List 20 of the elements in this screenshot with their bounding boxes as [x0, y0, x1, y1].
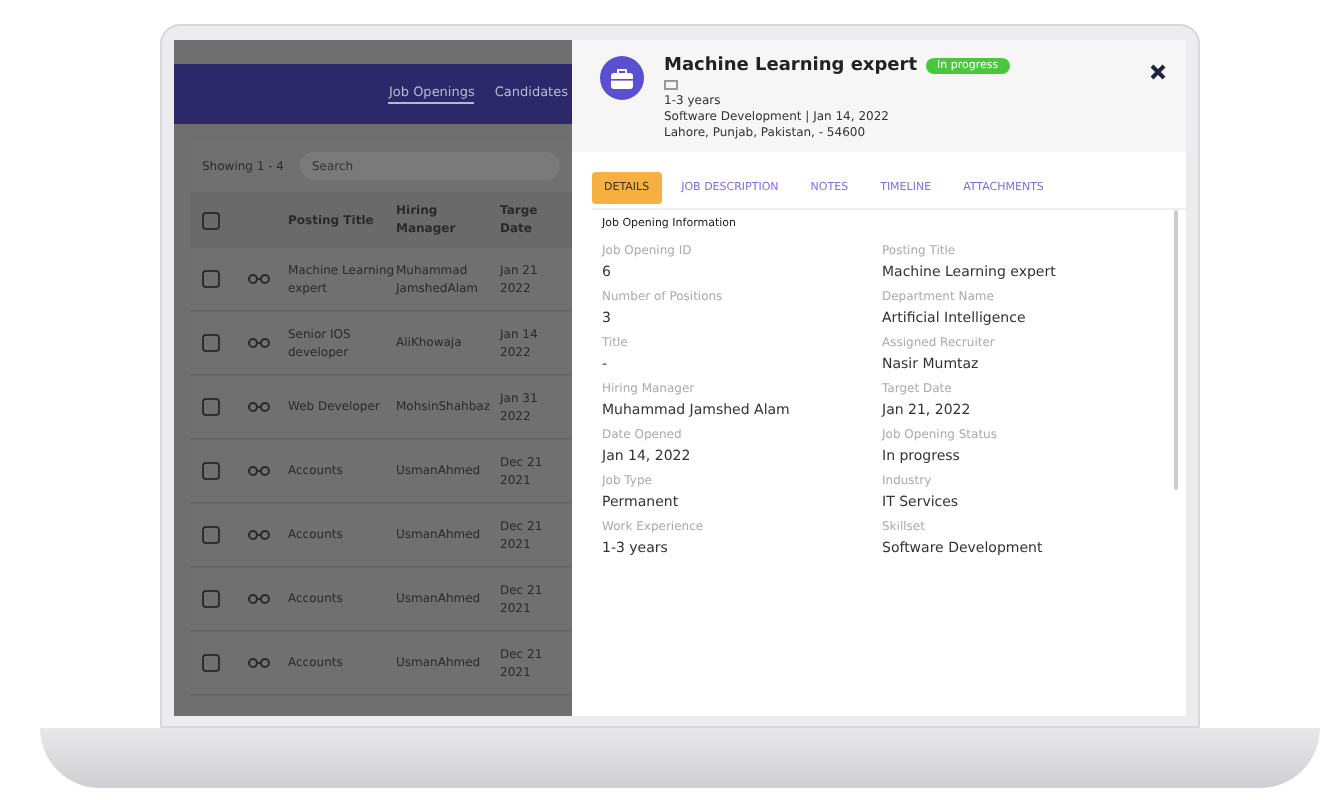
- row-checkbox[interactable]: [202, 462, 220, 480]
- id-icon: [664, 80, 678, 90]
- row-checkbox[interactable]: [202, 654, 220, 672]
- briefcase-icon: [610, 67, 634, 89]
- scrollbar-thumb[interactable]: [1174, 210, 1178, 490]
- row-checkbox[interactable]: [202, 526, 220, 544]
- row-checkbox[interactable]: [202, 398, 220, 416]
- glasses-icon[interactable]: [248, 594, 270, 604]
- glasses-icon[interactable]: [248, 530, 270, 540]
- row-checkbox[interactable]: [202, 270, 220, 288]
- glasses-icon[interactable]: [248, 274, 270, 284]
- glasses-icon[interactable]: [248, 658, 270, 668]
- glasses-icon[interactable]: [248, 466, 270, 476]
- header-checkbox[interactable]: [202, 211, 220, 229]
- glasses-icon[interactable]: [248, 338, 270, 348]
- job-title: Machine Learning expert: [664, 56, 918, 76]
- row-checkbox[interactable]: [202, 590, 220, 608]
- glasses-icon[interactable]: [248, 402, 270, 412]
- row-checkbox[interactable]: [202, 334, 220, 352]
- close-icon[interactable]: [1150, 64, 1166, 80]
